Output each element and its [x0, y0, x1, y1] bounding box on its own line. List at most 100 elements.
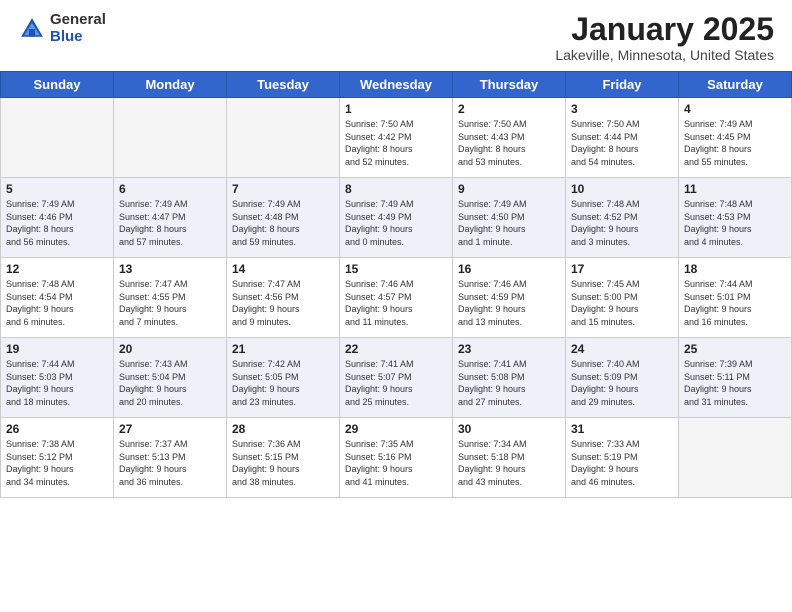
title-location: Lakeville, Minnesota, United States — [555, 47, 774, 63]
table-row: 10Sunrise: 7:48 AM Sunset: 4:52 PM Dayli… — [566, 178, 679, 258]
day-info: Sunrise: 7:48 AM Sunset: 4:54 PM Dayligh… — [6, 278, 108, 328]
day-number: 22 — [345, 342, 447, 356]
day-info: Sunrise: 7:38 AM Sunset: 5:12 PM Dayligh… — [6, 438, 108, 488]
table-row: 25 Sunrise: 7:39 AM Sunset: 5:11 PM Dayli… — [679, 338, 792, 418]
day-number: 10 — [571, 182, 673, 196]
day-number: 12 — [6, 262, 108, 276]
table-row — [114, 98, 227, 178]
calendar-week-row: 5 Sunrise: 7:49 AM Sunset: 4:46 PM Daylig… — [1, 178, 792, 258]
table-row: 15 Sunrise: 7:46 AM Sunset: 4:57 PM Dayli… — [340, 258, 453, 338]
day-info: Sunrise: 7:49 AM Sunset: 4:46 PM Dayligh… — [6, 198, 108, 248]
table-row: 12 Sunrise: 7:48 AM Sunset: 4:54 PM Dayli… — [1, 258, 114, 338]
day-info: Sunrise: 7:49 AM Sunset: 4:47 PM Dayligh… — [119, 198, 221, 248]
logo-blue-text: Blue — [50, 29, 106, 46]
day-info: Sunrise: 7:41 AM Sunset: 5:08 PM Dayligh… — [458, 358, 560, 408]
table-row: 14 Sunrise: 7:47 AM Sunset: 4:56 PM Dayli… — [227, 258, 340, 338]
day-number: 27 — [119, 422, 221, 436]
table-row: 30Sunrise: 7:34 AM Sunset: 5:18 PM Dayli… — [453, 418, 566, 498]
day-info: Sunrise: 7:37 AM Sunset: 5:13 PM Dayligh… — [119, 438, 221, 488]
day-info: Sunrise: 7:34 AM Sunset: 5:18 PM Dayligh… — [458, 438, 560, 488]
table-row: 9 Sunrise: 7:49 AM Sunset: 4:50 PM Daylig… — [453, 178, 566, 258]
table-row: 2 Sunrise: 7:50 AM Sunset: 4:43 PM Daylig… — [453, 98, 566, 178]
table-row — [227, 98, 340, 178]
col-thursday: Thursday — [453, 72, 566, 98]
day-info: Sunrise: 7:39 AM Sunset: 5:11 PM Dayligh… — [684, 358, 786, 408]
day-info: Sunrise: 7:42 AM Sunset: 5:05 PM Dayligh… — [232, 358, 334, 408]
day-number: 19 — [6, 342, 108, 356]
day-number: 3 — [571, 102, 673, 116]
table-row: 3 Sunrise: 7:50 AM Sunset: 4:44 PM Daylig… — [566, 98, 679, 178]
col-friday: Friday — [566, 72, 679, 98]
title-block: January 2025 Lakeville, Minnesota, Unite… — [555, 12, 774, 63]
day-number: 28 — [232, 422, 334, 436]
day-number: 24 — [571, 342, 673, 356]
day-info: Sunrise: 7:43 AM Sunset: 5:04 PM Dayligh… — [119, 358, 221, 408]
day-number: 1 — [345, 102, 447, 116]
day-number: 17 — [571, 262, 673, 276]
day-info: Sunrise: 7:44 AM Sunset: 5:01 PM Dayligh… — [684, 278, 786, 328]
day-info: Sunrise: 7:49 AM Sunset: 4:50 PM Dayligh… — [458, 198, 560, 248]
calendar-table: Sunday Monday Tuesday Wednesday Thursday… — [0, 71, 792, 498]
day-info: Sunrise: 7:40 AM Sunset: 5:09 PM Dayligh… — [571, 358, 673, 408]
day-info: Sunrise: 7:46 AM Sunset: 4:59 PM Dayligh… — [458, 278, 560, 328]
table-row: 31 Sunrise: 7:33 AM Sunset: 5:19 PM Dayli… — [566, 418, 679, 498]
day-number: 4 — [684, 102, 786, 116]
table-row: 1 Sunrise: 7:50 AM Sunset: 4:42 PM Daylig… — [340, 98, 453, 178]
day-info: Sunrise: 7:50 AM Sunset: 4:42 PM Dayligh… — [345, 118, 447, 168]
table-row: 19 Sunrise: 7:44 AM Sunset: 5:03 PM Dayli… — [1, 338, 114, 418]
table-row: 13Sunrise: 7:47 AM Sunset: 4:55 PM Dayli… — [114, 258, 227, 338]
calendar-header-row: Sunday Monday Tuesday Wednesday Thursday… — [1, 72, 792, 98]
day-number: 20 — [119, 342, 221, 356]
day-info: Sunrise: 7:41 AM Sunset: 5:07 PM Dayligh… — [345, 358, 447, 408]
day-number: 5 — [6, 182, 108, 196]
day-number: 25 — [684, 342, 786, 356]
table-row: 16Sunrise: 7:46 AM Sunset: 4:59 PM Dayli… — [453, 258, 566, 338]
col-wednesday: Wednesday — [340, 72, 453, 98]
day-info: Sunrise: 7:50 AM Sunset: 4:44 PM Dayligh… — [571, 118, 673, 168]
day-info: Sunrise: 7:48 AM Sunset: 4:53 PM Dayligh… — [684, 198, 786, 248]
calendar-week-row: 12 Sunrise: 7:48 AM Sunset: 4:54 PM Dayli… — [1, 258, 792, 338]
table-row: 8 Sunrise: 7:49 AM Sunset: 4:49 PM Daylig… — [340, 178, 453, 258]
table-row: 24 Sunrise: 7:40 AM Sunset: 5:09 PM Dayli… — [566, 338, 679, 418]
day-info: Sunrise: 7:49 AM Sunset: 4:49 PM Dayligh… — [345, 198, 447, 248]
day-info: Sunrise: 7:44 AM Sunset: 5:03 PM Dayligh… — [6, 358, 108, 408]
day-number: 11 — [684, 182, 786, 196]
day-info: Sunrise: 7:47 AM Sunset: 4:56 PM Dayligh… — [232, 278, 334, 328]
calendar-week-row: 1 Sunrise: 7:50 AM Sunset: 4:42 PM Daylig… — [1, 98, 792, 178]
day-info: Sunrise: 7:50 AM Sunset: 4:43 PM Dayligh… — [458, 118, 560, 168]
col-saturday: Saturday — [679, 72, 792, 98]
col-sunday: Sunday — [1, 72, 114, 98]
logo-general-text: General — [50, 12, 106, 29]
table-row: 27 Sunrise: 7:37 AM Sunset: 5:13 PM Dayli… — [114, 418, 227, 498]
day-number: 7 — [232, 182, 334, 196]
day-info: Sunrise: 7:49 AM Sunset: 4:48 PM Dayligh… — [232, 198, 334, 248]
title-month: January 2025 — [555, 12, 774, 47]
table-row: 21Sunrise: 7:42 AM Sunset: 5:05 PM Dayli… — [227, 338, 340, 418]
day-number: 2 — [458, 102, 560, 116]
day-number: 31 — [571, 422, 673, 436]
logo: General Blue — [18, 12, 106, 45]
table-row: 7 Sunrise: 7:49 AM Sunset: 4:48 PM Daylig… — [227, 178, 340, 258]
day-number: 8 — [345, 182, 447, 196]
calendar-week-row: 19 Sunrise: 7:44 AM Sunset: 5:03 PM Dayli… — [1, 338, 792, 418]
table-row — [679, 418, 792, 498]
day-info: Sunrise: 7:45 AM Sunset: 5:00 PM Dayligh… — [571, 278, 673, 328]
day-info: Sunrise: 7:46 AM Sunset: 4:57 PM Dayligh… — [345, 278, 447, 328]
day-number: 15 — [345, 262, 447, 276]
page: General Blue January 2025 Lakeville, Min… — [0, 0, 792, 612]
day-number: 9 — [458, 182, 560, 196]
day-info: Sunrise: 7:33 AM Sunset: 5:19 PM Dayligh… — [571, 438, 673, 488]
table-row: 17 Sunrise: 7:45 AM Sunset: 5:00 PM Dayli… — [566, 258, 679, 338]
day-number: 29 — [345, 422, 447, 436]
table-row: 11 Sunrise: 7:48 AM Sunset: 4:53 PM Dayli… — [679, 178, 792, 258]
table-row: 20 Sunrise: 7:43 AM Sunset: 5:04 PM Dayli… — [114, 338, 227, 418]
table-row — [1, 98, 114, 178]
calendar-week-row: 26 Sunrise: 7:38 AM Sunset: 5:12 PM Dayli… — [1, 418, 792, 498]
day-number: 6 — [119, 182, 221, 196]
day-number: 23 — [458, 342, 560, 356]
col-tuesday: Tuesday — [227, 72, 340, 98]
table-row: 22 Sunrise: 7:41 AM Sunset: 5:07 PM Dayli… — [340, 338, 453, 418]
day-number: 14 — [232, 262, 334, 276]
day-number: 26 — [6, 422, 108, 436]
table-row: 23 Sunrise: 7:41 AM Sunset: 5:08 PM Dayli… — [453, 338, 566, 418]
